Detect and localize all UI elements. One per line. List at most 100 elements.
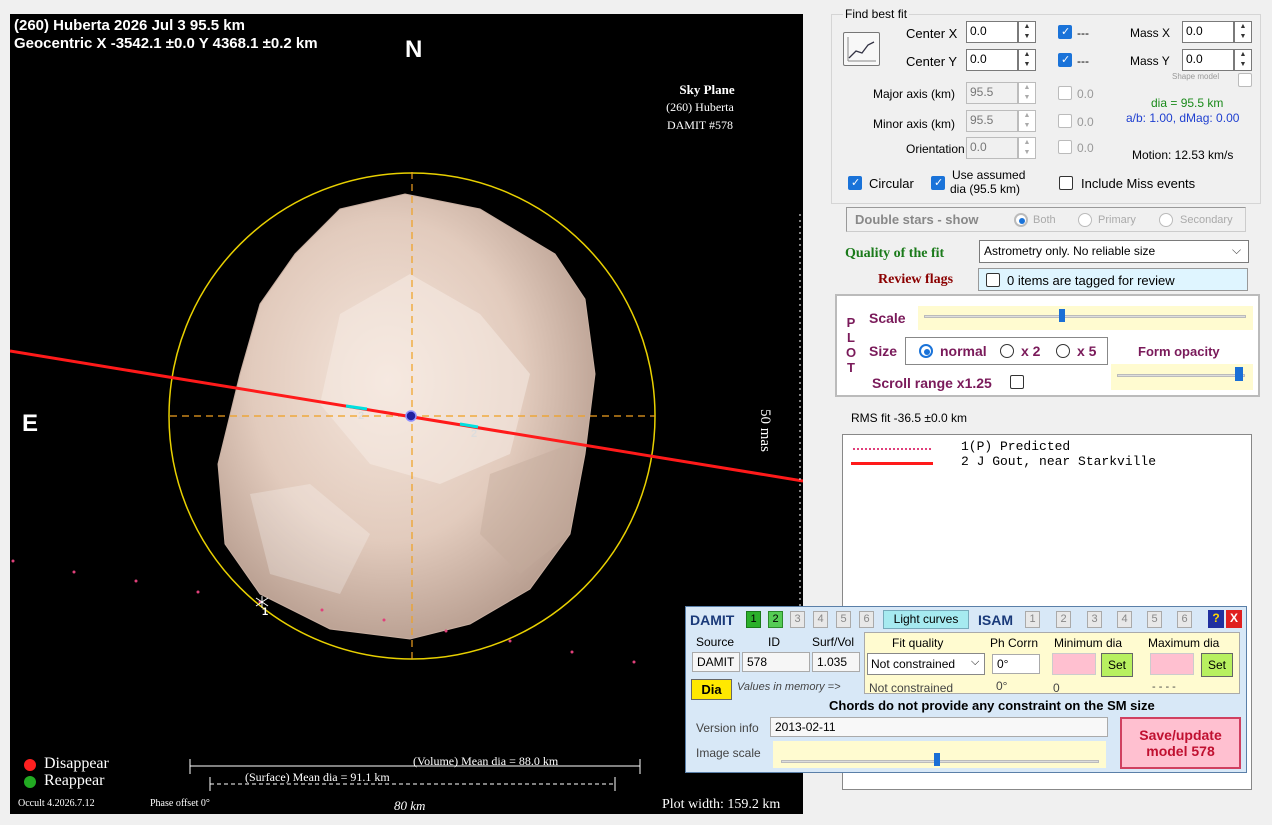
mass-y-label: Mass Y: [1130, 54, 1170, 68]
major-axis-checkbox[interactable]: [1058, 86, 1072, 100]
mass-x-input[interactable]: 0.0: [1182, 21, 1234, 43]
damit-2-button[interactable]: 2: [768, 611, 783, 628]
review-flags-value: 0 items are tagged for review: [1007, 273, 1175, 288]
both-radio[interactable]: [1014, 213, 1028, 227]
double-stars-label: Double stars - show: [855, 212, 979, 227]
scale-slider-thumb[interactable]: [1059, 309, 1066, 322]
set-min-button[interactable]: Set: [1101, 653, 1133, 677]
surf-vol-field: 1.035: [812, 652, 860, 672]
memory-min-dia: 0: [1053, 681, 1060, 695]
orientation-input[interactable]: 0.0: [966, 137, 1018, 159]
max-dia-field[interactable]: [1150, 653, 1194, 675]
dia-text: dia = 95.5 km: [1151, 96, 1224, 110]
circular-checkbox[interactable]: [848, 176, 862, 190]
volume-mean-dia: (Volume) Mean dia = 88.0 km: [413, 754, 559, 768]
isam-1-button[interactable]: 1: [1025, 611, 1040, 628]
image-scale-label: Image scale: [696, 746, 761, 760]
review-flags-checkbox[interactable]: [986, 273, 1000, 287]
help-button[interactable]: ?: [1208, 610, 1224, 628]
minor-axis-input[interactable]: 95.5: [966, 110, 1018, 132]
mass-x-label: Mass X: [1130, 26, 1171, 40]
isam-6-button[interactable]: 6: [1177, 611, 1192, 628]
isam-5-button[interactable]: 5: [1147, 611, 1162, 628]
center-y-label: Center Y: [906, 54, 958, 69]
ph-corrn-field[interactable]: 0°: [992, 654, 1040, 674]
damit-6-button[interactable]: 6: [859, 611, 874, 628]
major-axis-check-label: 0.0: [1077, 87, 1094, 101]
secondary-radio[interactable]: [1159, 213, 1173, 227]
save-button-line2: model 578: [1146, 743, 1215, 759]
center-x-input[interactable]: 0.0: [966, 21, 1018, 43]
fit-quality-select[interactable]: Not constrained ⌵: [867, 653, 985, 675]
legend-reappear: Reappear: [44, 772, 105, 789]
minor-axis-spinner[interactable]: ▲ ▼: [1018, 110, 1036, 132]
source-header: Source: [696, 635, 735, 649]
sky-plane-object: (260) Huberta: [666, 100, 734, 114]
primary-radio[interactable]: [1078, 213, 1092, 227]
phase-offset: Phase offset 0°: [150, 798, 210, 809]
image-scale-thumb[interactable]: [933, 753, 940, 766]
minor-axis-checkbox[interactable]: [1058, 114, 1072, 128]
fit-quality-value: Not constrained: [871, 657, 956, 671]
use-assumed-checkbox[interactable]: [931, 176, 945, 190]
fit-button[interactable]: [843, 32, 880, 66]
isam-4-button[interactable]: 4: [1117, 611, 1132, 628]
east-label: E: [22, 410, 39, 437]
minor-axis-label: Minor axis (km): [873, 117, 956, 131]
min-dia-field[interactable]: [1052, 653, 1096, 675]
max-dia-header: Maximum dia: [1148, 636, 1220, 650]
save-button-line1: Save/update: [1139, 727, 1222, 743]
close-button[interactable]: X: [1226, 610, 1242, 628]
center-y-checkbox[interactable]: [1058, 53, 1072, 67]
damit-4-button[interactable]: 4: [813, 611, 828, 628]
orientation-spinner[interactable]: ▲ ▼: [1018, 137, 1036, 159]
save-update-model-button[interactable]: Save/update model 578: [1120, 717, 1241, 769]
quality-value: Astrometry only. No reliable size: [984, 244, 1156, 258]
mass-y-input[interactable]: 0.0: [1182, 49, 1234, 71]
quality-select[interactable]: Astrometry only. No reliable size ⌵: [979, 240, 1249, 263]
circular-label: Circular: [869, 176, 914, 191]
mass-x-spinner[interactable]: ▲ ▼: [1234, 21, 1252, 43]
mass-y-spinner[interactable]: ▲ ▼: [1234, 49, 1252, 71]
center-y-spinner[interactable]: ▲ ▼: [1018, 49, 1036, 71]
orientation-checkbox[interactable]: [1058, 140, 1072, 154]
both-label: Both: [1033, 214, 1056, 226]
isam-2-button[interactable]: 2: [1056, 611, 1071, 628]
orientation-label: Orientation: [906, 142, 965, 156]
ab-text: a/b: 1.00, dMag: 0.00: [1126, 111, 1240, 125]
scale-slider[interactable]: [918, 306, 1253, 330]
min-dia-header: Minimum dia: [1054, 636, 1123, 650]
quality-label: Quality of the fit: [845, 246, 945, 261]
form-opacity-slider[interactable]: [1111, 364, 1253, 390]
observer-line-swatch: [851, 462, 933, 465]
damit-1-button[interactable]: 1: [746, 611, 761, 628]
size-normal-radio[interactable]: [919, 344, 933, 358]
damit-5-button[interactable]: 5: [836, 611, 851, 628]
major-axis-spinner[interactable]: ▲ ▼: [1018, 82, 1036, 104]
major-axis-input[interactable]: 95.5: [966, 82, 1018, 104]
scroll-range-checkbox[interactable]: [1010, 375, 1024, 389]
center-y-input[interactable]: 0.0: [966, 49, 1018, 71]
isam-3-button[interactable]: 3: [1087, 611, 1102, 628]
size-x2-radio[interactable]: [1000, 344, 1014, 358]
include-miss-checkbox[interactable]: [1059, 176, 1073, 190]
light-curves-button[interactable]: Light curves: [883, 610, 969, 629]
scale-label: Scale: [869, 310, 906, 326]
rms-fit: RMS fit -36.5 ±0.0 km: [851, 411, 967, 425]
center-x-label: Center X: [906, 26, 958, 41]
image-scale-slider[interactable]: [773, 741, 1106, 768]
dia-button[interactable]: Dia: [691, 679, 732, 700]
center-x-spinner[interactable]: ▲ ▼: [1018, 21, 1036, 43]
isam-label: ISAM: [978, 612, 1013, 628]
center-x-checkbox[interactable]: [1058, 25, 1072, 39]
form-opacity-thumb[interactable]: [1234, 367, 1243, 381]
damit-label: DAMIT: [690, 612, 735, 628]
damit-3-button[interactable]: 3: [790, 611, 805, 628]
legend-item-observer: 2 J Gout, near Starkville: [961, 454, 1157, 469]
predicted-line-swatch: [853, 448, 931, 450]
size-x5-radio[interactable]: [1056, 344, 1070, 358]
size-x2-label: x 2: [1021, 343, 1041, 359]
set-max-button[interactable]: Set: [1201, 653, 1233, 677]
shape-model-checkbox[interactable]: [1238, 73, 1252, 87]
north-label: N: [405, 36, 423, 63]
